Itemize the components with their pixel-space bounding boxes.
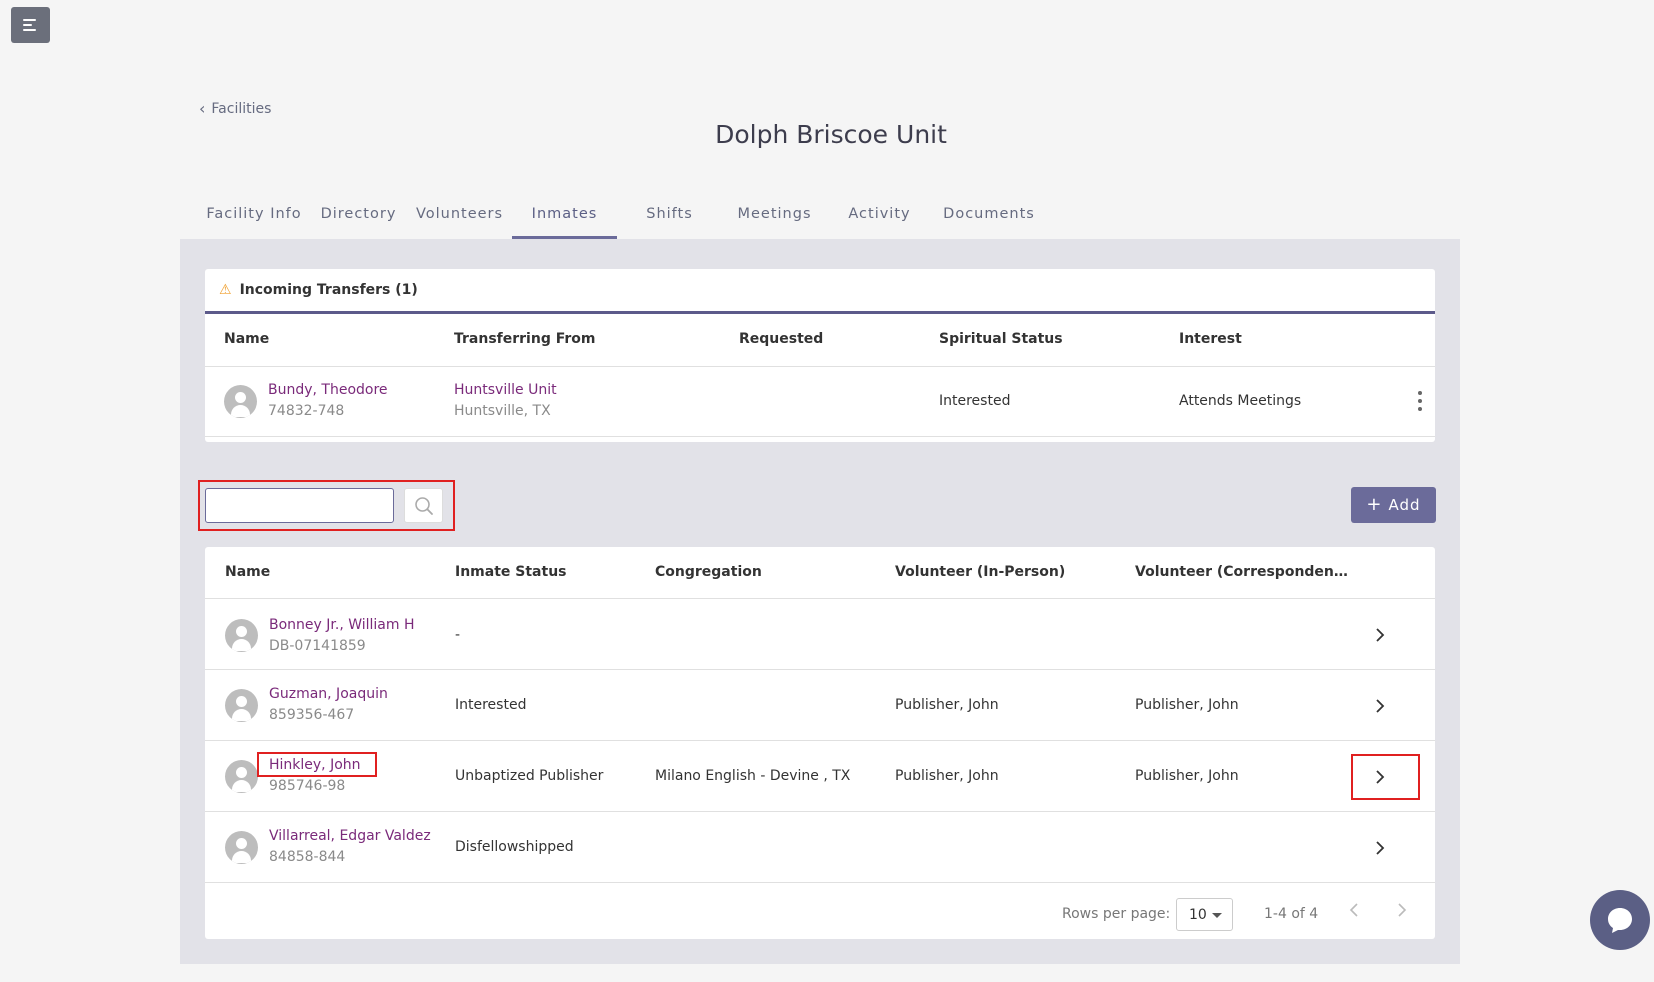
tab-facility-info[interactable]: Facility Info <box>198 196 310 239</box>
incoming-transfers-card: ⚠ Incoming Transfers (1) Name Transferri… <box>205 269 1435 442</box>
chevron-left-icon <box>1349 903 1358 917</box>
rows-per-page-value: 10 <box>1189 906 1207 923</box>
inmate-id: 859356-467 <box>269 707 355 723</box>
avatar <box>224 385 257 418</box>
inmate-status: - <box>455 627 461 643</box>
inmate-id: 84858-844 <box>269 849 346 865</box>
back-to-facilities-link[interactable]: ‹ Facilities <box>199 99 272 118</box>
add-inmate-button[interactable]: + Add <box>1351 487 1436 523</box>
inmates-table: Name Inmate Status Congregation Voluntee… <box>205 547 1435 939</box>
avatar <box>225 619 258 652</box>
inmate-id: DB-07141859 <box>269 638 366 654</box>
rows-per-page-select[interactable]: 10 <box>1176 898 1233 931</box>
col-header-requested: Requested <box>739 331 824 347</box>
next-page-button[interactable] <box>1397 903 1417 923</box>
chevron-right-icon[interactable] <box>1370 696 1390 716</box>
search-icon <box>414 496 433 515</box>
col-header-volunteer-in-person: Volunteer (In-Person) <box>895 564 1066 580</box>
tab-shifts[interactable]: Shifts <box>617 196 722 239</box>
volunteer-in-person: Publisher, John <box>895 768 999 784</box>
inmate-name-link[interactable]: Villarreal, Edgar Valdez <box>269 828 431 844</box>
inmate-name-link[interactable]: Hinkley, John <box>269 757 361 773</box>
volunteer-in-person: Publisher, John <box>895 697 999 713</box>
chevron-right-icon[interactable] <box>1370 838 1390 858</box>
col-header-interest: Interest <box>1179 331 1242 347</box>
chat-bubble-icon <box>1608 908 1632 933</box>
col-header-name: Name <box>224 331 270 347</box>
table-row[interactable]: Guzman, Joaquin 859356-467 Interested Pu… <box>205 670 1435 741</box>
tab-inmates[interactable]: Inmates <box>512 196 617 239</box>
search-input[interactable] <box>205 488 394 523</box>
col-header-transferring-from: Transferring From <box>454 331 596 347</box>
search-button[interactable] <box>404 488 443 523</box>
volunteer-correspondence: Publisher, John <box>1135 768 1239 784</box>
inmate-status: Unbaptized Publisher <box>455 768 604 784</box>
chevron-right-icon[interactable] <box>1370 625 1390 645</box>
inmate-name-link[interactable]: Bonney Jr., William H <box>269 617 415 633</box>
chevron-left-icon: ‹ <box>199 99 206 118</box>
interest-value: Attends Meetings <box>1179 393 1302 409</box>
back-link-label: Facilities <box>211 101 272 117</box>
tab-directory[interactable]: Directory <box>310 196 407 239</box>
col-header-name: Name <box>225 564 271 580</box>
add-button-label: Add <box>1388 496 1421 514</box>
inmate-id: 985746-98 <box>269 778 346 794</box>
inmate-status: Disfellowshipped <box>455 839 574 855</box>
tab-documents[interactable]: Documents <box>932 196 1046 239</box>
inmate-name-link[interactable]: Guzman, Joaquin <box>269 686 388 702</box>
table-row[interactable]: Hinkley, John 985746-98 Unbaptized Publi… <box>205 741 1435 812</box>
page-title: Dolph Briscoe Unit <box>715 120 947 149</box>
spiritual-status-value: Interested <box>939 393 1011 409</box>
caret-down-icon <box>1212 913 1222 918</box>
rows-per-page-label: Rows per page: <box>1062 906 1171 922</box>
col-header-inmate-status: Inmate Status <box>455 564 567 580</box>
prev-page-button[interactable] <box>1349 903 1369 923</box>
table-row[interactable]: Bonney Jr., William H DB-07141859 - <box>205 599 1435 670</box>
chevron-right-icon <box>1398 903 1407 917</box>
from-city: Huntsville, TX <box>454 403 551 419</box>
menu-button[interactable] <box>11 7 50 43</box>
congregation: Milano English - Devine , TX <box>655 768 851 784</box>
from-unit-link[interactable]: Huntsville Unit <box>454 382 557 398</box>
col-header-spiritual-status: Spiritual Status <box>939 331 1063 347</box>
chat-button[interactable] <box>1590 890 1650 950</box>
chevron-right-icon[interactable] <box>1370 767 1390 787</box>
avatar <box>225 760 258 793</box>
table-row: Bundy, Theodore 74832-748 Huntsville Uni… <box>205 367 1435 437</box>
col-header-congregation: Congregation <box>655 564 762 580</box>
pagination: Rows per page: 1-4 of 4 <box>205 887 1435 939</box>
inmate-id: 74832-748 <box>268 403 345 419</box>
inmates-table-header: Name Inmate Status Congregation Voluntee… <box>205 547 1435 599</box>
col-header-volunteer-correspondence: Volunteer (Corresponden… <box>1135 564 1348 580</box>
incoming-transfers-header: ⚠ Incoming Transfers (1) <box>205 269 1435 314</box>
more-options-icon[interactable] <box>1417 391 1423 411</box>
volunteer-correspondence: Publisher, John <box>1135 697 1239 713</box>
table-row[interactable]: Villarreal, Edgar Valdez 84858-844 Disfe… <box>205 812 1435 883</box>
transfers-table-header: Name Transferring From Requested Spiritu… <box>205 314 1435 367</box>
avatar <box>225 831 258 864</box>
avatar <box>225 689 258 722</box>
tab-volunteers[interactable]: Volunteers <box>407 196 512 239</box>
inmate-name-link[interactable]: Bundy, Theodore <box>268 382 388 398</box>
warning-icon: ⚠ <box>219 282 232 298</box>
incoming-transfers-title: Incoming Transfers (1) <box>239 282 418 298</box>
tab-activity[interactable]: Activity <box>827 196 932 239</box>
page-range: 1-4 of 4 <box>1264 906 1319 922</box>
plus-icon: + <box>1366 494 1383 515</box>
inmate-status: Interested <box>455 697 527 713</box>
tab-meetings[interactable]: Meetings <box>722 196 827 239</box>
tab-bar: Facility Info Directory Volunteers Inmat… <box>198 196 1046 239</box>
